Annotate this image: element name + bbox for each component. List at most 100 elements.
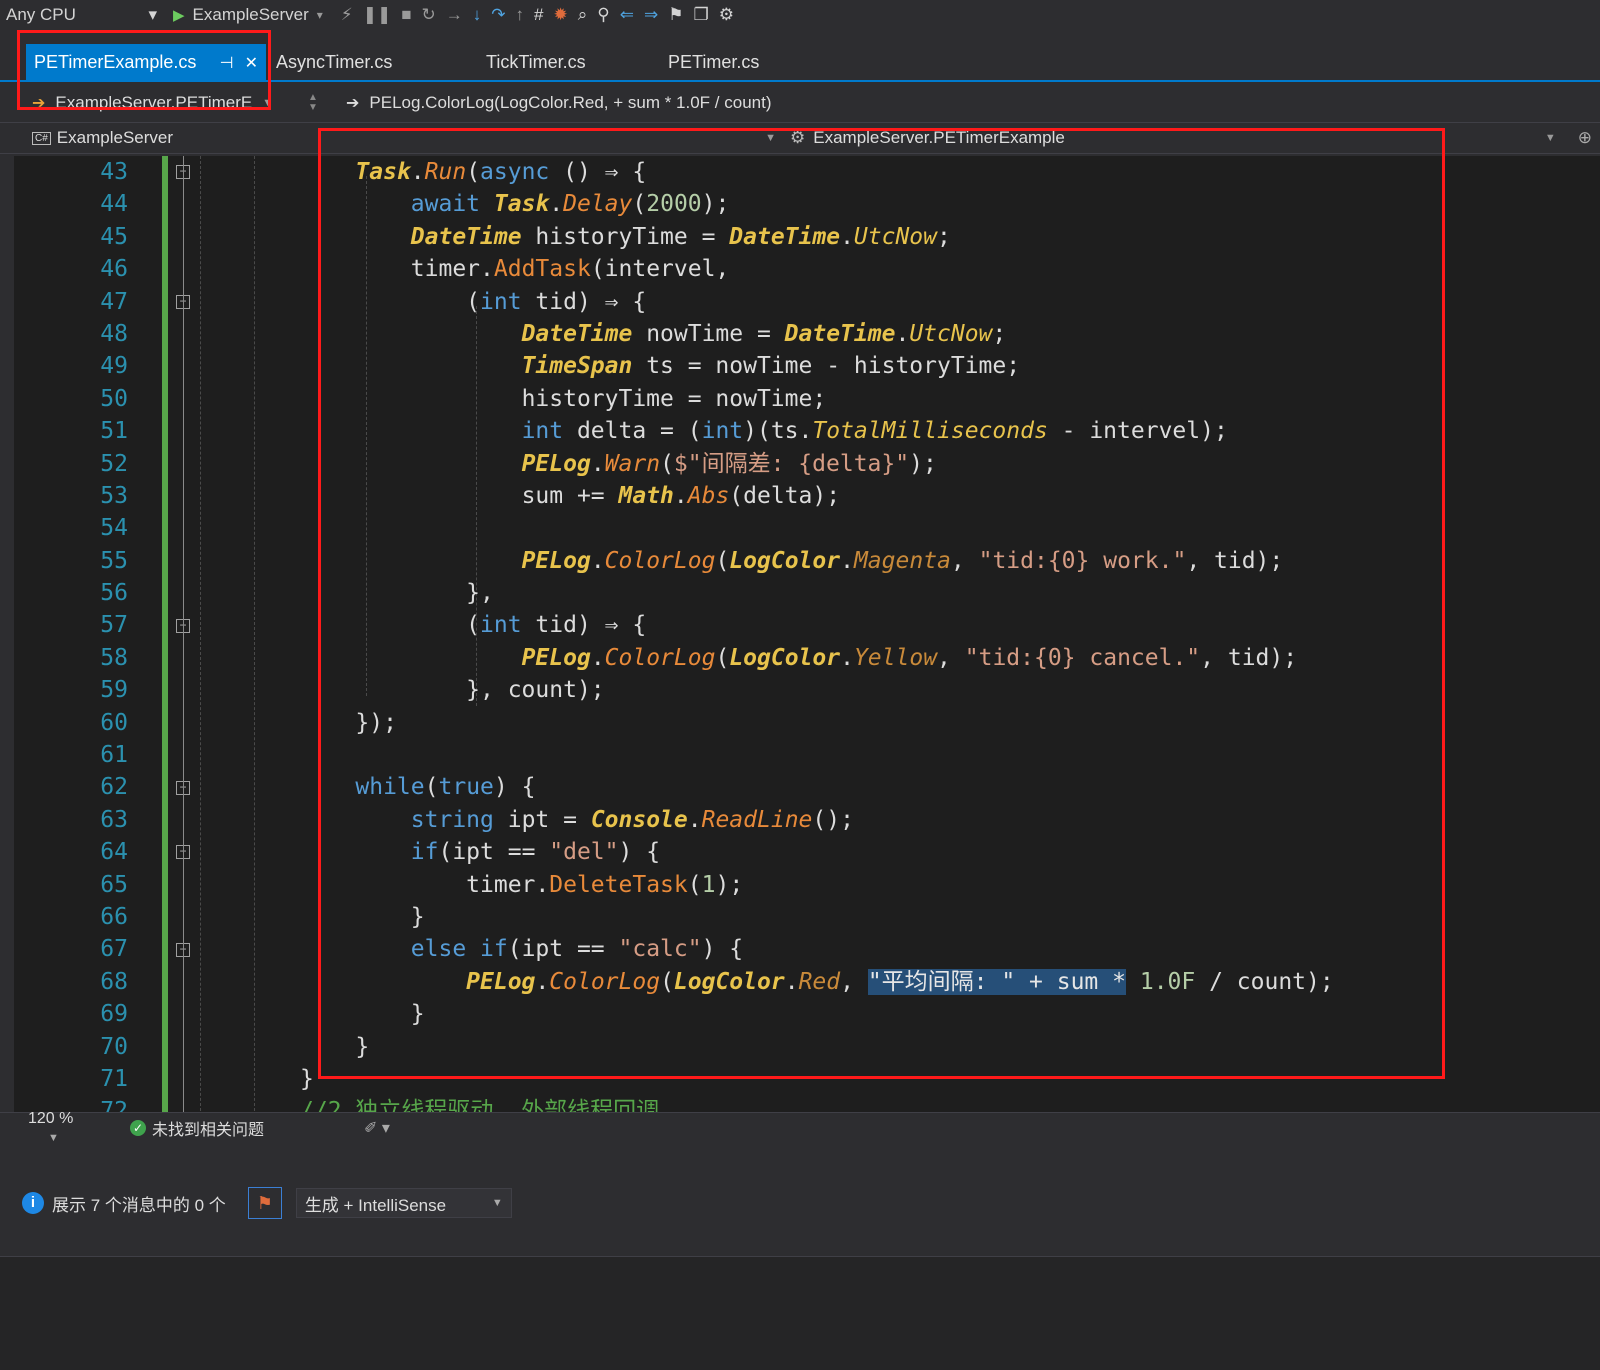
filter-icon[interactable]: ⚑: [247, 1187, 282, 1219]
code-line: else if(ipt == "calc") {: [410, 936, 744, 963]
line-number: 66: [100, 903, 128, 930]
chevron-down-icon: ▾: [148, 5, 157, 24]
code-line: int delta = (int)(ts.TotalMilliseconds -…: [521, 418, 1228, 445]
check-circle-icon: ✓: [130, 1119, 146, 1136]
scope-dropdown[interactable]: 生成 + IntelliSense ▼: [295, 1188, 512, 1218]
chevron-down-icon: ▼: [491, 1197, 503, 1209]
tab-petimerexample[interactable]: PETimerExample.cs ⊣ ✕: [26, 44, 266, 80]
code-line: while(true) {: [355, 774, 536, 801]
line-number: 51: [100, 418, 128, 445]
line-number: 47: [100, 288, 128, 315]
line-number: 64: [100, 839, 128, 866]
code-line: PELog.Warn($"间隔差: {delta}");: [521, 450, 937, 477]
line-number: 44: [100, 191, 128, 218]
code-line: }: [410, 903, 425, 930]
code-line: timer.AddTask(intervel,: [410, 256, 730, 283]
line-number: 60: [100, 709, 128, 736]
error-list-panel: [0, 1256, 1600, 1370]
messages-filter-button[interactable]: i 展示 7 个消息中的 0 个: [22, 1191, 226, 1216]
code-editor[interactable]: 43 44 45 46 47 48 49 50 51 52 53 54 55 56 57 58 59 60 61 62…: [0, 156, 1600, 1136]
line-number: 59: [100, 677, 128, 704]
tab-label: AsyncTimer.cs: [276, 51, 393, 72]
stop-icon[interactable]: ■: [401, 5, 411, 25]
navigate-forward-icon[interactable]: ⇒: [644, 5, 658, 25]
spinner-arrows-icon[interactable]: ▲ ▼: [300, 93, 326, 113]
class-path-label: ExampleServer.PETimerE: [55, 93, 253, 112]
line-number: 71: [100, 1065, 128, 1092]
line-number: 70: [100, 1033, 128, 1060]
code-line: historyTime = nowTime;: [521, 385, 827, 412]
line-number: 68: [100, 968, 128, 995]
issues-label: 未找到相关问题: [152, 1121, 265, 1139]
chevron-down-icon: ▼: [765, 132, 776, 144]
pin-icon[interactable]: ⊣: [220, 55, 234, 72]
type-dropdown[interactable]: ⚙ ExampleServer.PETimerExample ▼ ⊕: [790, 128, 1600, 148]
scope-label: 生成 + IntelliSense: [304, 1195, 447, 1215]
code-line: (int tid) ⇒ {: [300, 612, 647, 639]
code-line: TimeSpan ts = nowTime - historyTime;: [521, 353, 1021, 380]
editor-status-bar: 120 % ▼ ✓ 未找到相关问题 ✐ ▾: [0, 1110, 1600, 1144]
info-icon: i: [22, 1192, 44, 1214]
settings-icon[interactable]: ⚙: [719, 5, 734, 25]
left-toolstrip: [0, 156, 14, 1136]
step-over-icon[interactable]: ↷: [491, 5, 505, 25]
code-line: }: [355, 1033, 370, 1060]
find-icon[interactable]: ⌕: [578, 5, 588, 25]
split-icon[interactable]: ⊕: [1578, 128, 1592, 148]
code-line: PELog.ColorLog(LogColor.Yellow, "tid:{0}…: [521, 644, 1298, 671]
code-line: sum += Math.Abs(delta);: [521, 482, 841, 509]
main-toolbar: Any CPU ▾ ▶ ExampleServer ▾ ⚡ ❚❚ ■ ↻ → ↓…: [0, 0, 1600, 30]
comment-icon[interactable]: #: [534, 5, 543, 25]
platform-dropdown[interactable]: Any CPU ▾: [0, 5, 165, 25]
code-line: if(ipt == "del") {: [410, 839, 661, 866]
csharp-project-icon: C#: [32, 131, 51, 145]
code-line: DateTime historyTime = DateTime.UtcNow;: [410, 223, 951, 250]
line-number: 56: [100, 580, 128, 607]
run-target-label: ExampleServer: [192, 5, 309, 24]
zoom-dropdown[interactable]: 120 % ▼: [0, 1110, 100, 1146]
navigate-backward-icon[interactable]: ⇐: [620, 5, 634, 25]
code-text[interactable]: Task.Run(async () ⇒ { await Task.Delay(2…: [300, 156, 1590, 1128]
close-icon[interactable]: ✕: [245, 55, 258, 72]
quick-find-icon[interactable]: ⚲: [597, 5, 609, 25]
code-line: PELog.ColorLog(LogColor.Red, "平均间隔: " + …: [466, 968, 1334, 995]
show-next-statement-icon[interactable]: →: [446, 5, 463, 25]
code-line: },: [466, 580, 494, 607]
current-statement[interactable]: ➔ PELog.ColorLog(LogColor.Red, + sum * 1…: [346, 93, 772, 113]
code-navbar: C# ExampleServer ▼ ⚙ ExampleServer.PETim…: [0, 122, 1600, 154]
line-number: 49: [100, 353, 128, 380]
error-list-toolbar: i 展示 7 个消息中的 0 个 ⚑ 生成 + IntelliSense ▼: [0, 1180, 1600, 1226]
tab-asynctimer[interactable]: AsyncTimer.cs: [266, 44, 466, 80]
statement-label: PELog.ColorLog(LogColor.Red, + sum * 1.0…: [369, 93, 772, 112]
code-line: await Task.Delay(2000);: [410, 191, 730, 218]
brush-icon[interactable]: ✐ ▾: [364, 1118, 390, 1138]
change-tracking-bar: [162, 156, 168, 1116]
issues-indicator[interactable]: ✓ 未找到相关问题: [130, 1116, 264, 1140]
arrow-right-icon: ➔: [346, 95, 360, 112]
project-label: ExampleServer: [56, 128, 174, 147]
chevron-down-icon: ▾: [316, 8, 323, 22]
outline-line: [183, 156, 184, 1116]
line-number: 48: [100, 320, 128, 347]
tab-ticktimer[interactable]: TickTimer.cs: [466, 44, 648, 80]
document-tabs: PETimerExample.cs ⊣ ✕ AsyncTimer.cs Tick…: [0, 44, 1600, 82]
window-icon[interactable]: ❐: [693, 5, 708, 25]
code-line: (int tid) ⇒ {: [300, 288, 647, 315]
line-number: 58: [100, 644, 128, 671]
project-dropdown[interactable]: C# ExampleServer ▼: [0, 128, 790, 148]
arrow-right-icon: ➔: [32, 95, 46, 112]
code-line: Task.Run(async () ⇒ {: [355, 159, 647, 185]
step-into-icon[interactable]: ↓: [473, 5, 482, 25]
class-path-dropdown[interactable]: ➔ ExampleServer.PETimerE ▼: [0, 93, 300, 113]
pause-icon[interactable]: ❚❚: [363, 5, 392, 25]
bookmark-icon[interactable]: ⚑: [668, 5, 683, 25]
line-number: 52: [100, 450, 128, 477]
diagnostics-icon[interactable]: ✹: [553, 5, 567, 25]
text-selection[interactable]: "平均间隔: " + sum *: [867, 968, 1126, 995]
step-out-icon[interactable]: ↑: [516, 5, 525, 25]
hot-reload-icon[interactable]: ⚡: [341, 5, 353, 25]
start-debug-button[interactable]: ▶ ExampleServer ▾: [173, 5, 323, 25]
restart-icon[interactable]: ↻: [422, 5, 436, 25]
tab-petimer[interactable]: PETimer.cs: [648, 44, 828, 80]
